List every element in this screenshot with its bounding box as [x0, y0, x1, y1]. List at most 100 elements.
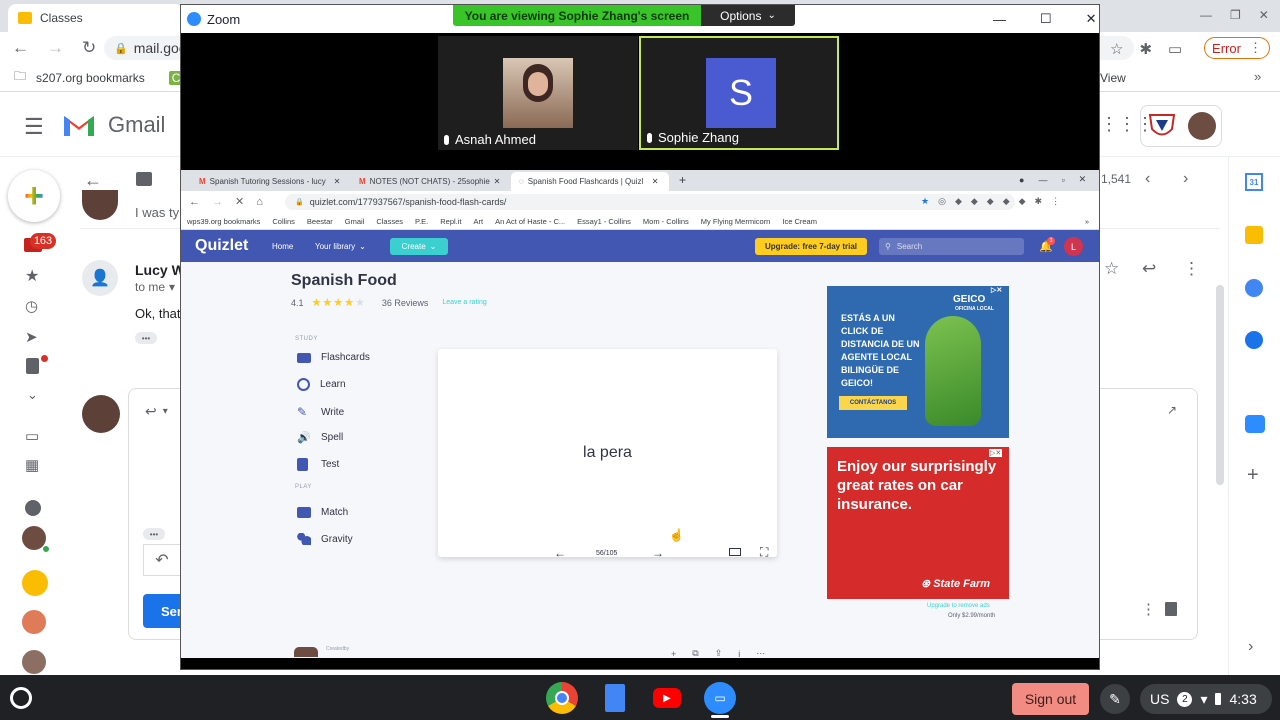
- extension-icon[interactable]: ◆: [1003, 196, 1010, 207]
- close-icon[interactable]: ✕: [1086, 11, 1097, 27]
- quizlet-logo[interactable]: Quizlet: [195, 230, 248, 262]
- mode-learn[interactable]: Learn: [297, 378, 346, 391]
- bookmark-item[interactable]: Beestar: [307, 217, 333, 226]
- undo-icon[interactable]: ↶: [143, 544, 181, 576]
- bookmark-star-icon[interactable]: ★: [921, 196, 929, 207]
- bookmark-item[interactable]: wps39.org bookmarks: [187, 217, 260, 226]
- stylus-pen-icon[interactable]: ✎: [1100, 684, 1130, 714]
- shared-address-bar[interactable]: 🔒 quizlet.com/177937567/spanish-food-fla…: [285, 194, 1015, 210]
- upgrade-remove-ads-link[interactable]: Upgrade to remove ads: [927, 603, 990, 609]
- compose-button[interactable]: +: [8, 170, 60, 222]
- extension-icon[interactable]: ◆: [955, 196, 962, 207]
- bookmark-item[interactable]: Essay1 - Collins: [577, 217, 631, 226]
- reload-icon[interactable]: ↻: [82, 38, 96, 58]
- statefarm-ad[interactable]: Enjoy our surprisingly great rates on ca…: [827, 447, 1009, 599]
- newer-icon[interactable]: ‹: [1145, 170, 1150, 188]
- snoozed-icon[interactable]: ◷: [25, 297, 38, 315]
- home-icon[interactable]: ⌂: [256, 196, 263, 208]
- quizlet-search[interactable]: ⚲ Search: [879, 238, 1024, 255]
- nav-your-library[interactable]: Your library ⌄: [315, 242, 366, 251]
- minimize-icon[interactable]: —: [1038, 175, 1047, 185]
- more-options-icon[interactable]: ⋮: [1141, 600, 1156, 618]
- scrollbar[interactable]: [1216, 285, 1224, 485]
- forward-icon[interactable]: →: [212, 196, 223, 208]
- mode-flashcards[interactable]: Flashcards: [297, 352, 370, 363]
- user-avatar[interactable]: L: [1064, 237, 1083, 256]
- zoom-app-icon[interactable]: ▭: [704, 682, 736, 714]
- extension-icon[interactable]: ◆: [971, 196, 978, 207]
- add-addon-icon[interactable]: +: [1247, 464, 1259, 487]
- media-icon[interactable]: ●: [1019, 175, 1024, 185]
- new-tab-icon[interactable]: +: [679, 173, 686, 187]
- account-area[interactable]: [1140, 105, 1222, 147]
- next-card-icon[interactable]: →: [652, 546, 664, 560]
- bookmark-item[interactable]: Collins: [272, 217, 295, 226]
- back-to-inbox-icon[interactable]: ←: [84, 170, 102, 191]
- bookmark-item[interactable]: Art: [474, 217, 484, 226]
- mode-gravity[interactable]: Gravity: [297, 533, 353, 545]
- expand-panel-icon[interactable]: ›: [1248, 638, 1253, 656]
- more-icon[interactable]: ⋮: [1183, 259, 1200, 279]
- restore-icon[interactable]: ▫: [1061, 175, 1064, 185]
- google-calendar-icon[interactable]: 31: [1245, 173, 1263, 191]
- participant-tile-asnah[interactable]: Asnah Ahmed: [438, 36, 638, 150]
- bookmark-item[interactable]: Classes: [376, 217, 403, 226]
- extension-icon[interactable]: ◎: [938, 196, 946, 207]
- mode-test[interactable]: Test: [297, 458, 339, 471]
- pop-out-icon[interactable]: ↗: [1167, 403, 1177, 417]
- calendar-icon[interactable]: ▦: [25, 456, 39, 474]
- chrome-tab-classes[interactable]: Classes: [8, 4, 183, 32]
- previous-card-icon[interactable]: ←: [554, 546, 566, 560]
- flashcard[interactable]: la pera: [438, 349, 777, 557]
- sign-out-button[interactable]: Sign out: [1012, 683, 1089, 715]
- close-icon[interactable]: ✕: [1079, 174, 1087, 185]
- hamburger-icon[interactable]: ☰: [24, 114, 44, 140]
- add-icon[interactable]: +: [671, 649, 676, 659]
- email-snippet-1[interactable]: I was ty: [135, 205, 179, 220]
- bookmark-item[interactable]: My Flying Mermicorn: [701, 217, 771, 226]
- more-labels-icon[interactable]: ⌄: [27, 387, 38, 403]
- starred-icon[interactable]: ★: [25, 266, 39, 286]
- drafts-icon[interactable]: [26, 358, 39, 374]
- restore-icon[interactable]: ❐: [1230, 8, 1241, 22]
- hangouts-icon[interactable]: [25, 500, 41, 516]
- chat-avatar-2[interactable]: [22, 610, 46, 634]
- bookmark-item[interactable]: Mom - Collins: [643, 217, 689, 226]
- reply-type-selector[interactable]: ↩ ▾: [145, 403, 168, 420]
- launcher-icon[interactable]: [10, 687, 32, 709]
- leave-rating-link[interactable]: Leave a rating: [442, 299, 486, 306]
- zoom-addon-icon[interactable]: [1245, 415, 1265, 433]
- mode-spell[interactable]: 🔊 Spell: [297, 431, 343, 444]
- back-icon[interactable]: ←: [189, 196, 200, 208]
- shared-tab-3-active[interactable]: ◌ Spanish Food Flashcards | Quizl ✕: [511, 172, 669, 191]
- fullscreen-icon[interactable]: ⛶: [760, 545, 768, 560]
- sent-icon[interactable]: ➤: [25, 328, 38, 346]
- maximize-icon[interactable]: ☐: [1040, 11, 1052, 27]
- copy-icon[interactable]: ⧉: [692, 648, 698, 658]
- shared-tab-2[interactable]: M NOTES (NOT CHATS) - 25sophie ✕: [351, 172, 509, 191]
- participant-tile-sophie[interactable]: S Sophie Zhang: [639, 36, 839, 150]
- bookmark-view[interactable]: View: [1100, 71, 1126, 85]
- bookmark-item[interactable]: P.E.: [415, 217, 428, 226]
- bookmark-star-icon[interactable]: ☆: [1110, 40, 1123, 58]
- extensions-icon[interactable]: ✱: [1139, 40, 1152, 58]
- extensions-icon[interactable]: ✱: [1035, 196, 1043, 207]
- google-docs-icon[interactable]: [605, 684, 625, 712]
- upgrade-button[interactable]: Upgrade: free 7-day trial: [755, 238, 867, 255]
- meet-icon[interactable]: ▭: [25, 427, 39, 445]
- share-icon[interactable]: ⇪: [715, 648, 723, 658]
- close-icon[interactable]: ✕: [334, 177, 341, 186]
- chat-avatar-3[interactable]: [22, 650, 46, 674]
- more-icon[interactable]: ⋮: [1051, 196, 1060, 207]
- chrome-app-icon[interactable]: [546, 682, 578, 714]
- ad-close-icon[interactable]: ▷✕: [991, 286, 1002, 294]
- mode-match[interactable]: Match: [297, 507, 348, 518]
- info-icon[interactable]: i: [738, 649, 740, 659]
- stop-loading-icon[interactable]: ✕: [235, 195, 244, 208]
- send-button[interactable]: Sen: [143, 594, 185, 628]
- ad-cta-button[interactable]: CONTÁCTANOS: [839, 396, 907, 410]
- shared-screen[interactable]: M Spanish Tutoring Sessions - lucy ✕ M N…: [181, 170, 1099, 658]
- cast-icon[interactable]: ▭: [1168, 40, 1182, 58]
- geico-ad[interactable]: ESTÁS A UN CLICK DE DISTANCIA DE UN AGEN…: [827, 286, 1009, 438]
- shared-tab-1[interactable]: M Spanish Tutoring Sessions - lucy ✕: [191, 172, 349, 191]
